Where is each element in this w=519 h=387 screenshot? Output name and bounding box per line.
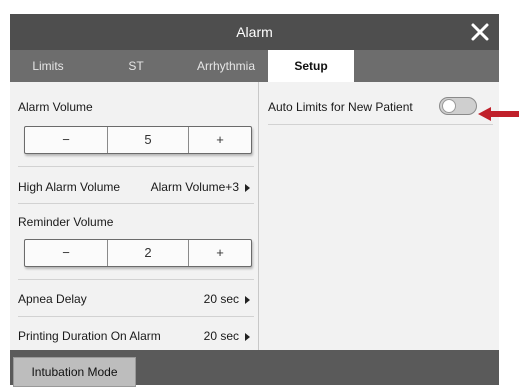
close-button[interactable] [463,14,497,50]
auto-limits-toggle[interactable] [439,97,477,115]
high-alarm-volume-value-group: Alarm Volume+3 [151,180,250,194]
reminder-volume-label: Reminder Volume [18,215,114,229]
right-settings-panel: Auto Limits for New Patient [268,90,493,350]
high-alarm-volume-label: High Alarm Volume [18,180,121,194]
chevron-right-icon [245,295,250,304]
toggle-knob [442,99,456,113]
intubation-mode-button[interactable]: Intubation Mode [13,357,136,387]
footer-bar: Intubation Mode [10,350,499,387]
alarm-volume-stepper: − 5 + [24,126,252,154]
chevron-right-icon [245,332,250,341]
alarm-dialog: Alarm Limits ST Arrhythmia Setup Alarm V… [10,14,499,387]
high-alarm-volume-value: Alarm Volume+3 [150,180,239,194]
tab-bar: Limits ST Arrhythmia Setup [10,50,499,82]
printing-duration-value: 20 sec [203,329,239,343]
reminder-volume-decrease-button[interactable]: − [25,240,107,266]
tab-limits[interactable]: Limits [10,50,86,82]
alarm-volume-value: 5 [144,132,152,147]
apnea-delay-row[interactable]: Apnea Delay 20 sec [18,280,254,316]
title-bar: Alarm [10,14,499,50]
auto-limits-label: Auto Limits for New Patient [268,100,413,114]
printing-duration-row[interactable]: Printing Duration On Alarm 20 sec [18,317,254,350]
row-divider [268,124,493,125]
printing-duration-label: Printing Duration On Alarm [18,329,161,343]
tab-st[interactable]: ST [86,50,186,82]
alarm-volume-decrease-button[interactable]: − [25,127,107,153]
dialog-title: Alarm [236,24,273,40]
printing-duration-value-group: 20 sec [204,329,250,343]
reminder-volume-stepper: − 2 + [24,239,252,267]
setup-content: Alarm Volume − 5 + High Alarm Volume Ala… [10,82,499,350]
alarm-volume-increase-button[interactable]: + [189,127,251,153]
tab-setup[interactable]: Setup [268,50,354,82]
high-alarm-volume-row[interactable]: High Alarm Volume Alarm Volume+3 [18,167,254,203]
left-settings-panel: Alarm Volume − 5 + High Alarm Volume Ala… [18,90,256,350]
apnea-delay-value-group: 20 sec [204,292,250,306]
panel-divider [258,82,259,350]
chevron-right-icon [245,183,250,192]
red-arrow-annotation-icon [478,107,519,121]
reminder-volume-increase-button[interactable]: + [189,240,251,266]
alarm-volume-label: Alarm Volume [18,100,93,114]
close-icon [471,23,489,41]
reminder-volume-value: 2 [144,245,152,260]
row-divider [18,203,254,204]
tab-arrhythmia[interactable]: Arrhythmia [186,50,266,82]
apnea-delay-value: 20 sec [203,292,239,306]
apnea-delay-label: Apnea Delay [18,292,87,306]
